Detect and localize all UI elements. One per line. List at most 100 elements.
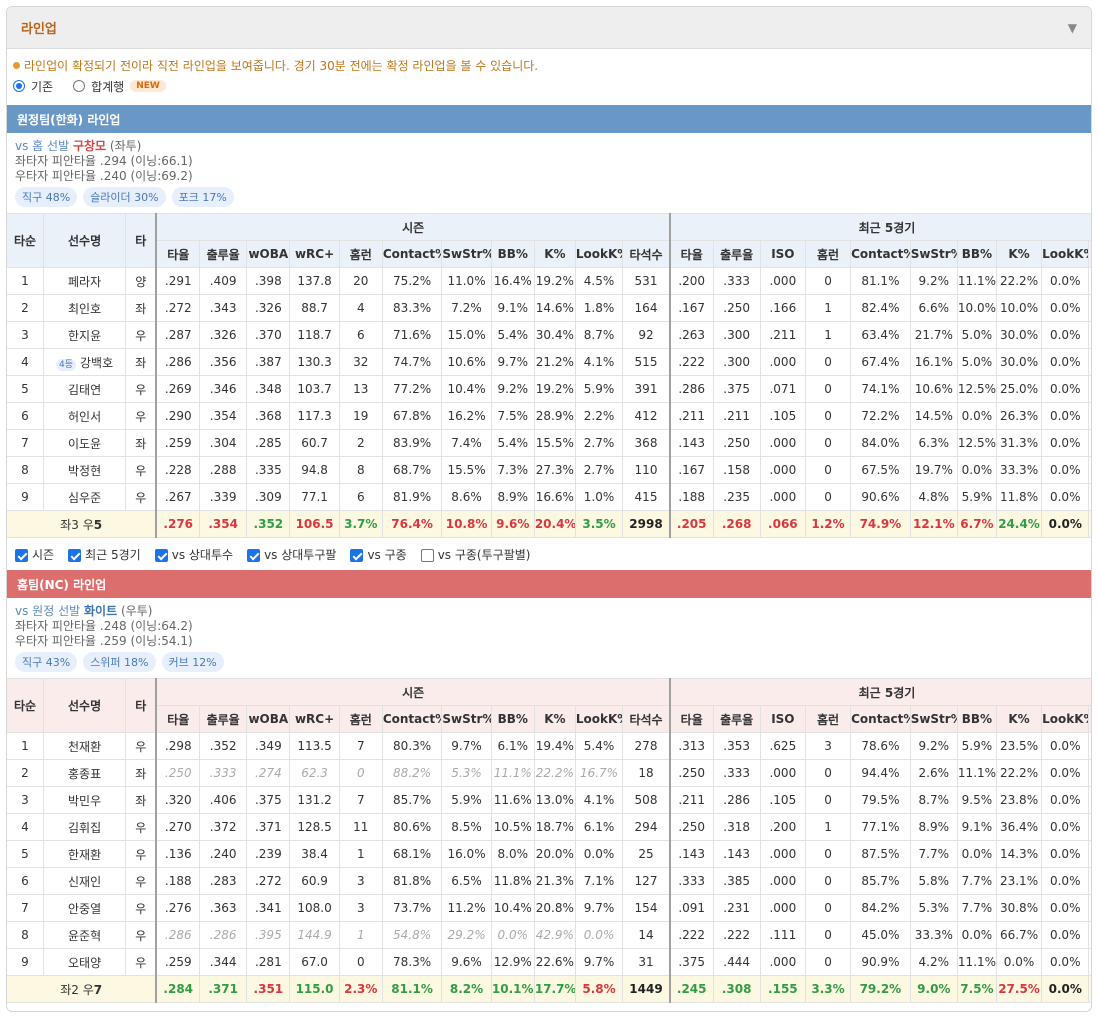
player-name[interactable]: 천재환 (68, 740, 101, 754)
table-row[interactable]: 1 페라자 양 .291.409.398 137.8 20 75.2% 11.0% 16.4% 1… (7, 267, 1091, 295)
player-name-cell[interactable]: 박민우 (42, 786, 127, 814)
col-season-header[interactable]: 출루율 (199, 240, 248, 268)
player-name-cell[interactable]: 허인서 (42, 402, 127, 430)
filter-check-item[interactable]: 최근 5경기 (68, 546, 141, 563)
col-season-header[interactable]: K% (533, 240, 576, 268)
player-name-cell[interactable]: 심우준 (42, 483, 127, 511)
player-name-cell[interactable]: 김태연 (42, 375, 127, 403)
player-name[interactable]: 김태연 (68, 383, 101, 397)
starting-pitcher[interactable]: 구창모 (73, 139, 106, 153)
table-row[interactable]: 4 김휘집 우 .270.372.371 128.5 11 80.6% 8.5% 10.5% 18… (7, 813, 1091, 841)
filter-check-item[interactable]: vs 구종 (350, 546, 407, 563)
col-season-header[interactable]: wOBA (246, 705, 291, 733)
player-name[interactable]: 이도윤 (68, 437, 101, 451)
player-name[interactable]: 윤준혁 (68, 929, 101, 943)
checkbox[interactable] (15, 548, 28, 562)
col-season-header[interactable]: 타율 (155, 705, 201, 733)
col-season-header[interactable]: SwStr% (441, 705, 492, 733)
checkbox[interactable] (420, 548, 434, 562)
col-recent-header[interactable]: 홈런 (804, 705, 852, 733)
checkbox-label[interactable]: 최근 5경기 (85, 548, 141, 562)
col-season-header[interactable]: SwStr% (441, 240, 492, 268)
col-recent-header[interactable]: Contact% (850, 705, 911, 733)
table-row[interactable]: 2 홍종표 좌 .250.333.274 62.3 0 88.2% 5.3% 11.1% 22.2… (7, 759, 1091, 787)
player-name[interactable]: 신재인 (68, 875, 101, 889)
starting-pitcher[interactable]: 화이트 (84, 604, 117, 618)
col-recent-header[interactable]: ISO (759, 240, 806, 268)
table-row[interactable]: 7 안중열 우 .276.363.341 108.0 3 73.7% 11.2% 10.4% 20… (7, 894, 1091, 922)
filter-check-item[interactable]: 시즌 (15, 546, 54, 563)
col-season-header[interactable]: BB% (490, 705, 535, 733)
table-row[interactable]: 5 한재환 우 .136.240.239 38.4 1 68.1% 16.0% 8.0% 20.0… (7, 840, 1091, 868)
col-season-header[interactable]: 홈런 (338, 240, 383, 268)
player-name[interactable]: 안중열 (68, 902, 101, 916)
table-row[interactable]: 4 4등 강백호 좌 .286.356.387 130.3 32 74.7% 10.6% 9.7%… (7, 348, 1091, 376)
radio-basic[interactable] (13, 80, 25, 92)
col-season-header[interactable]: Contact% (381, 705, 443, 733)
col-recent-header[interactable]: Contact% (850, 240, 911, 268)
col-recent-header[interactable]: SwStr% (909, 705, 958, 733)
table-row[interactable]: 2 최인호 좌 .272.343.326 88.7 4 83.3% 7.2% 9.1% 14.6%… (7, 294, 1091, 322)
col-recent-header[interactable]: 출루율 (712, 240, 761, 268)
col-season-header[interactable]: wRC+ (289, 240, 340, 268)
player-name[interactable]: 페라자 (68, 275, 101, 289)
player-name-cell[interactable]: 천재환 (42, 732, 127, 760)
col-recent-header[interactable]: 홈런 (804, 240, 852, 268)
checkbox[interactable] (68, 548, 82, 562)
table-row[interactable]: 7 이도윤 좌 .259.304.285 60.7 2 83.9% 7.4% 5.4% 15.5%… (7, 429, 1091, 457)
player-name-cell[interactable]: 안중열 (42, 894, 127, 922)
player-name-cell[interactable]: 홍종표 (42, 759, 127, 787)
player-name[interactable]: 강백호 (80, 356, 113, 370)
table-row[interactable]: 5 김태연 우 .269.346.348 103.7 13 77.2% 10.4% 9.2% 19… (7, 375, 1091, 403)
col-recent-header[interactable]: K% (995, 240, 1043, 268)
player-name-cell[interactable]: 한지윤 (42, 321, 127, 349)
col-recent-header[interactable]: BB% (956, 705, 997, 733)
player-name-cell[interactable]: 윤준혁 (42, 921, 127, 949)
col-recent-header[interactable]: 출루율 (712, 705, 761, 733)
col-recent-header[interactable]: BB% (956, 240, 997, 268)
checkbox-label[interactable]: 시즌 (32, 548, 54, 562)
table-row[interactable]: 3 박민우 좌 .320.406.375 131.2 7 85.7% 5.9% 11.6% 13.… (7, 786, 1091, 814)
col-season-header[interactable]: K% (533, 705, 576, 733)
table-row[interactable]: 3 한지윤 우 .287.326.370 118.7 6 71.6% 15.0% 5.4% 30.… (7, 321, 1091, 349)
checkbox-label[interactable]: vs 상대투구팔 (264, 548, 336, 562)
player-name[interactable]: 허인서 (68, 410, 101, 424)
col-season-header[interactable]: LookK% (574, 705, 624, 733)
player-name-cell[interactable]: 박정현 (42, 456, 127, 484)
player-name-cell[interactable]: 한재환 (42, 840, 127, 868)
table-row[interactable]: 9 오태양 우 .259.344.281 67.0 0 78.3% 9.6% 12.9% 22.6… (7, 948, 1091, 976)
radio-total[interactable] (73, 80, 86, 92)
player-name[interactable]: 박정현 (68, 464, 101, 478)
col-season-header[interactable]: 홈런 (338, 705, 383, 733)
player-name[interactable]: 박민우 (68, 794, 101, 808)
table-row[interactable]: 6 허인서 우 .290.354.368 117.3 19 67.8% 16.2% 7.5% 28… (7, 402, 1091, 430)
player-name[interactable]: 한재환 (68, 848, 101, 862)
table-row[interactable]: 9 심우준 우 .267.339.309 77.1 6 81.9% 8.6% 8.9% 16.6%… (7, 483, 1091, 511)
table-row[interactable]: 8 박정현 우 .228.288.335 94.8 8 68.7% 15.5% 7.3% 27.3… (7, 456, 1091, 484)
col-recent-header[interactable]: SwStr% (909, 240, 958, 268)
filter-check-item[interactable]: vs 상대투수 (154, 546, 233, 563)
table-row[interactable]: 1 천재환 우 .298.352.349 113.5 7 80.3% 9.7% 6.1% 19.4… (7, 732, 1091, 760)
col-season-header[interactable]: LookK% (574, 240, 624, 268)
radio-basic-label[interactable]: 기존 (31, 78, 53, 95)
col-recent-header[interactable]: 타율 (668, 705, 714, 733)
player-name-cell[interactable]: 페라자 (42, 267, 127, 295)
player-name-cell[interactable]: 4등 강백호 (42, 348, 127, 376)
player-name-cell[interactable]: 신재인 (42, 867, 127, 895)
player-name-cell[interactable]: 최인호 (42, 294, 127, 322)
checkbox[interactable] (350, 548, 364, 562)
checkbox-label[interactable]: vs 구종 (367, 548, 406, 562)
table-row[interactable]: 8 윤준혁 우 .286.286.395 144.9 1 54.8% 29.2% 0.0% 42.… (7, 921, 1091, 949)
player-name[interactable]: 최인호 (68, 302, 101, 316)
collapse-arrow-icon[interactable]: ▼ (1068, 21, 1077, 35)
filter-check-item[interactable]: vs 상대투구팔 (247, 546, 336, 563)
player-name[interactable]: 심우준 (68, 491, 101, 505)
col-recent-header[interactable]: ISO (759, 705, 806, 733)
col-recent-header[interactable]: LookK% (1041, 240, 1090, 268)
player-name[interactable]: 오태양 (68, 956, 101, 970)
checkbox-label[interactable]: vs 상대투수 (172, 548, 233, 562)
col-season-header[interactable]: 출루율 (199, 705, 248, 733)
col-season-header[interactable]: 타율 (155, 240, 201, 268)
col-recent-header[interactable]: K% (995, 705, 1043, 733)
checkbox[interactable] (247, 548, 261, 562)
